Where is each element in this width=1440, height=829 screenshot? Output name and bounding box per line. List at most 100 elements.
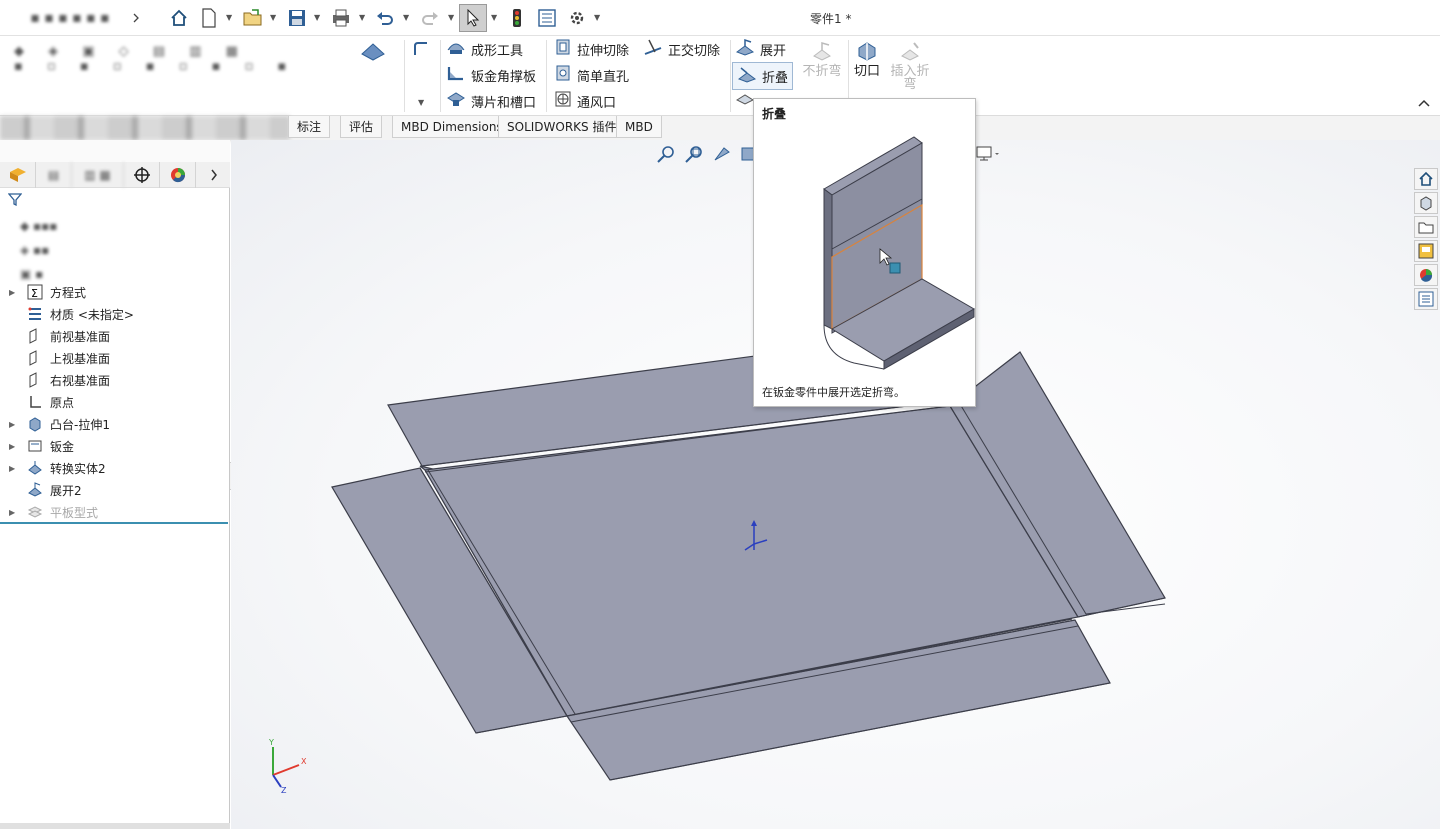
design-library-icon[interactable]: [1414, 192, 1438, 214]
new-dropdown-icon[interactable]: ▼: [226, 13, 232, 22]
expand-arrow-icon[interactable]: ▶: [9, 288, 15, 297]
configuration-tab-icon[interactable]: ▥ ▦: [72, 162, 124, 188]
forming-tool-button[interactable]: 成形工具: [446, 38, 523, 60]
print-dropdown-icon[interactable]: ▼: [359, 13, 365, 22]
tree-item[interactable]: 原点: [0, 391, 230, 413]
previous-view-icon[interactable]: [712, 144, 732, 167]
custom-properties-icon[interactable]: [1414, 288, 1438, 310]
expand-arrow-icon[interactable]: ▶: [9, 464, 15, 473]
flatten-button[interactable]: [735, 92, 755, 110]
tab-evaluate[interactable]: 评估: [340, 116, 383, 138]
simple-hole-button[interactable]: 简单直孔: [554, 64, 629, 86]
flat-sheet: [331, 329, 1166, 781]
normal-cut-button[interactable]: 正交切除: [643, 38, 720, 60]
equation-icon: Σ: [26, 283, 44, 301]
filter-icon[interactable]: [7, 192, 23, 209]
fold-button[interactable]: 折叠: [732, 62, 794, 90]
sheetmetal-gusset-button[interactable]: 钣金角撑板: [446, 64, 536, 86]
gear-icon[interactable]: [566, 6, 588, 30]
file-explorer-icon[interactable]: [1414, 216, 1438, 238]
corner-icon[interactable]: [412, 40, 430, 58]
expand-arrow-icon[interactable]: ▶: [9, 420, 15, 429]
property-manager-tab-icon[interactable]: ▤: [36, 162, 72, 188]
dimxpert-tab-icon[interactable]: [124, 162, 160, 188]
save-dropdown-icon[interactable]: ▼: [314, 13, 320, 22]
zoom-to-fit-icon[interactable]: [656, 144, 676, 167]
open-dropdown-icon[interactable]: ▼: [270, 13, 276, 22]
new-document-icon[interactable]: [198, 6, 220, 30]
undo-dropdown-icon[interactable]: ▼: [403, 13, 409, 22]
tree-item-label: 右视基准面: [50, 373, 111, 388]
tab-and-slot-button[interactable]: 薄片和槽口: [446, 90, 536, 112]
tree-item[interactable]: 前视基准面: [0, 325, 230, 347]
file-properties-icon[interactable]: [536, 6, 558, 30]
appearances-icon[interactable]: [1414, 264, 1438, 286]
tree-item[interactable]: ▶ 钣金: [0, 435, 230, 457]
tab-mbd[interactable]: MBD: [616, 116, 662, 138]
select-cursor-icon[interactable]: [459, 4, 487, 32]
options-dropdown-icon[interactable]: ▼: [594, 13, 600, 22]
tree-item-label: 平板型式: [50, 505, 99, 520]
blurred-tree-items[interactable]: ◆ ▪▪▪ ◈ ▪▪ ▣ ▪: [20, 214, 100, 286]
traffic-light-icon[interactable]: [508, 6, 526, 30]
tree-item[interactable]: 上视基准面: [0, 347, 230, 369]
simple-hole-icon: [554, 64, 572, 86]
blurred-app-menu[interactable]: ▪ ▪ ▪ ▪ ▪ ▪: [10, 6, 130, 30]
tab-slot-icon: [446, 90, 466, 112]
panel-header: [0, 140, 230, 162]
chevron-right-icon[interactable]: [198, 162, 230, 188]
no-bends-button[interactable]: 不折弯: [800, 40, 844, 78]
triad-y-label: Y: [268, 738, 274, 747]
tree-item[interactable]: ▶ 转换实体2: [0, 457, 230, 479]
tree-item[interactable]: ▶ 平板型式: [0, 501, 230, 523]
tree-item[interactable]: 材质 <未指定>: [0, 303, 230, 325]
feature-manager-panel: ▤ ▥ ▦ ◆ ▪▪▪ ◈ ▪▪ ▣ ▪ ▶ Σ 方程式 材质 <未指定> 前视基准面 上视基…: [0, 140, 230, 829]
tree-item-label: 上视基准面: [50, 351, 111, 366]
feature-tree-tab-icon[interactable]: [0, 162, 36, 188]
blurred-ribbon-buttons[interactable]: ◆ ◈ ▣ ◇ ▤ ▥ ▦ ▪ ▫ ▪ ▫ ▪ ▫ ▪ ▫ ▪: [14, 44, 394, 84]
vent-icon: [554, 90, 572, 112]
convert-icon: [26, 459, 44, 477]
expand-arrow-icon[interactable]: ▶: [9, 442, 15, 451]
extruded-cut-button[interactable]: 拉伸切除: [554, 38, 629, 60]
plane-icon: [26, 371, 44, 389]
sheetmetal-big-icon[interactable]: [360, 40, 386, 62]
display-manager-tab-icon[interactable]: [160, 162, 196, 188]
tree-item[interactable]: 展开2: [0, 479, 230, 501]
tree-item[interactable]: ▶ 凸台-拉伸1: [0, 413, 230, 435]
rollback-bar[interactable]: [0, 522, 228, 524]
bottom-model-tabs[interactable]: [0, 823, 230, 829]
view-palette-icon[interactable]: [1414, 240, 1438, 262]
svg-text:Σ: Σ: [31, 287, 38, 300]
flatten-icon: [735, 92, 755, 110]
chevron-right-icon[interactable]: [130, 6, 142, 30]
tab-mbd-dimensions[interactable]: MBD Dimensions: [392, 116, 512, 138]
ribbon-more-dropdown-icon[interactable]: ▼: [418, 98, 424, 107]
tab-solidworks-addins[interactable]: SOLIDWORKS 插件: [498, 116, 626, 138]
undo-icon[interactable]: [373, 6, 397, 30]
save-icon[interactable]: [285, 6, 309, 30]
expand-arrow-icon[interactable]: ▶: [9, 508, 15, 517]
origin-icon: [26, 393, 44, 411]
insert-bends-button[interactable]: 插入折弯: [886, 40, 934, 91]
heads-up-view-toolbar: [656, 144, 756, 167]
plane-icon: [26, 349, 44, 367]
tree-item[interactable]: ▶ Σ 方程式: [0, 281, 230, 303]
redo-dropdown-icon[interactable]: ▼: [448, 13, 454, 22]
home-icon[interactable]: [1414, 168, 1438, 190]
rip-button[interactable]: 切口: [851, 40, 883, 78]
home-icon[interactable]: [166, 6, 192, 30]
unfold-button[interactable]: 展开: [735, 38, 786, 60]
print-icon[interactable]: [328, 6, 354, 30]
unfold-icon: [26, 481, 44, 499]
select-dropdown-icon[interactable]: ▼: [491, 13, 497, 22]
open-folder-icon[interactable]: [240, 6, 266, 30]
zoom-area-icon[interactable]: [684, 144, 704, 167]
blurred-tabs[interactable]: [0, 116, 290, 140]
tab-markup[interactable]: 标注: [288, 116, 331, 138]
redo-icon[interactable]: [418, 6, 442, 30]
collapse-ribbon-icon[interactable]: [1418, 96, 1430, 110]
tree-item[interactable]: 右视基准面: [0, 369, 230, 391]
tree-item-label: 展开2: [50, 483, 82, 498]
vent-button[interactable]: 通风口: [554, 90, 616, 112]
